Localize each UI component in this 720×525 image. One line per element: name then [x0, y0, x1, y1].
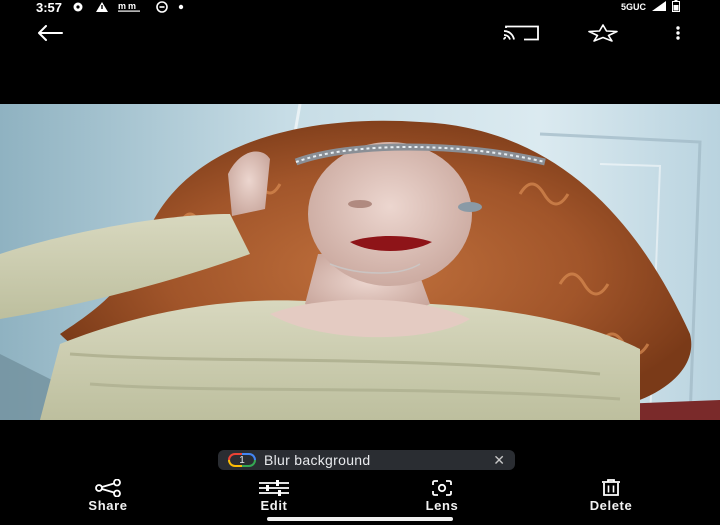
lens-label: Lens — [425, 498, 459, 513]
status-bar: 3:57 mm 5GUC — [0, 0, 720, 15]
back-button[interactable] — [32, 18, 68, 48]
sync-icon — [154, 1, 170, 13]
more-options-button[interactable] — [660, 18, 696, 48]
arrow-left-icon — [38, 25, 63, 41]
cast-button[interactable] — [500, 18, 542, 48]
status-right: 5GUC — [621, 0, 720, 14]
trash-icon — [598, 478, 624, 498]
settings-gear-icon — [70, 1, 86, 13]
lens-icon — [427, 478, 457, 498]
top-app-bar — [0, 18, 720, 48]
home-indicator[interactable] — [267, 517, 453, 521]
favorite-button[interactable] — [585, 18, 621, 48]
photo-viewer[interactable] — [0, 104, 720, 420]
warning-icon — [94, 1, 110, 13]
status-left: 3:57 mm — [0, 0, 184, 15]
blur-background-chip[interactable]: 1 Blur background ✕ — [218, 450, 515, 470]
portrait-photo — [0, 104, 720, 420]
chip-label: Blur background — [264, 452, 371, 468]
star-outline-icon — [588, 24, 618, 42]
amazon-music-icon: mm — [118, 1, 146, 13]
dot-icon — [178, 1, 184, 13]
delete-button[interactable]: Delete — [566, 478, 656, 514]
share-button[interactable]: Share — [63, 478, 153, 514]
signal-icon — [652, 1, 666, 13]
svg-text:m: m — [128, 1, 136, 11]
delete-label: Delete — [589, 498, 633, 513]
share-icon — [91, 478, 125, 498]
edit-label: Edit — [260, 498, 288, 513]
cast-icon — [503, 25, 539, 41]
lens-button[interactable]: Lens — [397, 478, 487, 514]
sliders-icon — [257, 478, 291, 498]
close-icon[interactable]: ✕ — [493, 452, 505, 469]
suggestion-count-badge: 1 — [228, 453, 256, 467]
battery-icon — [672, 0, 680, 14]
status-time: 3:57 — [36, 0, 63, 15]
edit-button[interactable]: Edit — [229, 478, 319, 514]
share-label: Share — [88, 498, 128, 513]
bottom-action-bar: Share Edit Lens Delete — [0, 478, 720, 514]
svg-text:m: m — [118, 1, 126, 11]
network-label: 5GUC — [620, 2, 646, 12]
more-vert-icon — [676, 26, 680, 40]
